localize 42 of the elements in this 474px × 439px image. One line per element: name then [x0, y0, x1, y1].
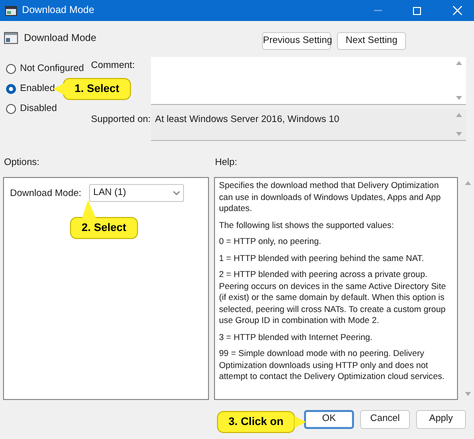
radio-label: Disabled	[20, 102, 57, 116]
dialog-button[interactable]: Cancel	[360, 410, 410, 429]
supported-on-value: At least Windows Server 2016, Windows 10	[154, 113, 340, 127]
comment-label: Comment:	[91, 59, 136, 73]
callout: 3. Click on	[217, 411, 306, 433]
scroll-up-icon[interactable]	[465, 181, 471, 185]
download-mode-dropdown[interactable]: LAN (1)	[89, 184, 184, 202]
scroll-down-icon[interactable]	[456, 96, 462, 100]
window-title: Download Mode	[22, 4, 94, 18]
help-text: 3 = HTTP blended with Internet Peering.	[219, 332, 374, 343]
scroll-down-icon[interactable]	[465, 392, 471, 396]
dialog-button[interactable]: Apply	[416, 410, 466, 429]
nav-button[interactable]: Previous Setting	[262, 32, 331, 50]
callout: 1. Select	[53, 78, 131, 100]
help-text: Specifies the download method that Delivery Optimization can use in downloads of Windows Updates, Apps and App updates.	[219, 180, 442, 214]
nav-button[interactable]: Next Setting	[337, 32, 406, 50]
callout: 2. Select	[70, 200, 138, 239]
help-text: 99 = Simple download mode with no peering. Delivery Optimization downloads using HTTP only and does not attempt to contact the Delivery Optimization cloud services.	[219, 348, 446, 382]
help-text: 1 = HTTP blended with peering behind the same NAT.	[219, 252, 425, 264]
window-app-icon	[5, 6, 17, 16]
maximize-icon[interactable]	[413, 6, 421, 14]
dialog-button[interactable]: OK	[304, 410, 354, 429]
chevron-down-icon	[173, 191, 180, 195]
policy-setting-icon	[4, 32, 18, 44]
comment-field[interactable]	[151, 57, 466, 105]
scroll-up-icon[interactable]	[456, 113, 462, 117]
radio-button[interactable]	[6, 84, 16, 94]
download-mode-label: Download Mode:	[10, 187, 82, 201]
help-text: The following list shows the supported values:	[219, 220, 395, 231]
help-label: Help:	[215, 156, 238, 170]
radio-button[interactable]	[6, 104, 16, 114]
help-text: 0 = HTTP only, no peering.	[219, 236, 322, 248]
scroll-up-icon[interactable]	[456, 61, 462, 65]
supported-on-label: Supported on:	[91, 113, 151, 127]
scroll-down-icon[interactable]	[456, 132, 462, 136]
help-text: 2 = HTTP blended with peering across a private group. Peering occurs on devices in the same Active Directory Site (if exist) or the same domain by default. When this option is selected, peering will cross NATs. To create a custom group use Group ID in combination with Mode 2.	[219, 269, 447, 326]
close-icon[interactable]	[453, 6, 462, 15]
options-label: Options:	[4, 156, 40, 170]
radio-label: Not Configured	[20, 62, 84, 76]
radio-button[interactable]	[6, 64, 16, 74]
radio-label: Enabled	[20, 82, 55, 96]
policy-name: Download Mode	[24, 32, 96, 46]
